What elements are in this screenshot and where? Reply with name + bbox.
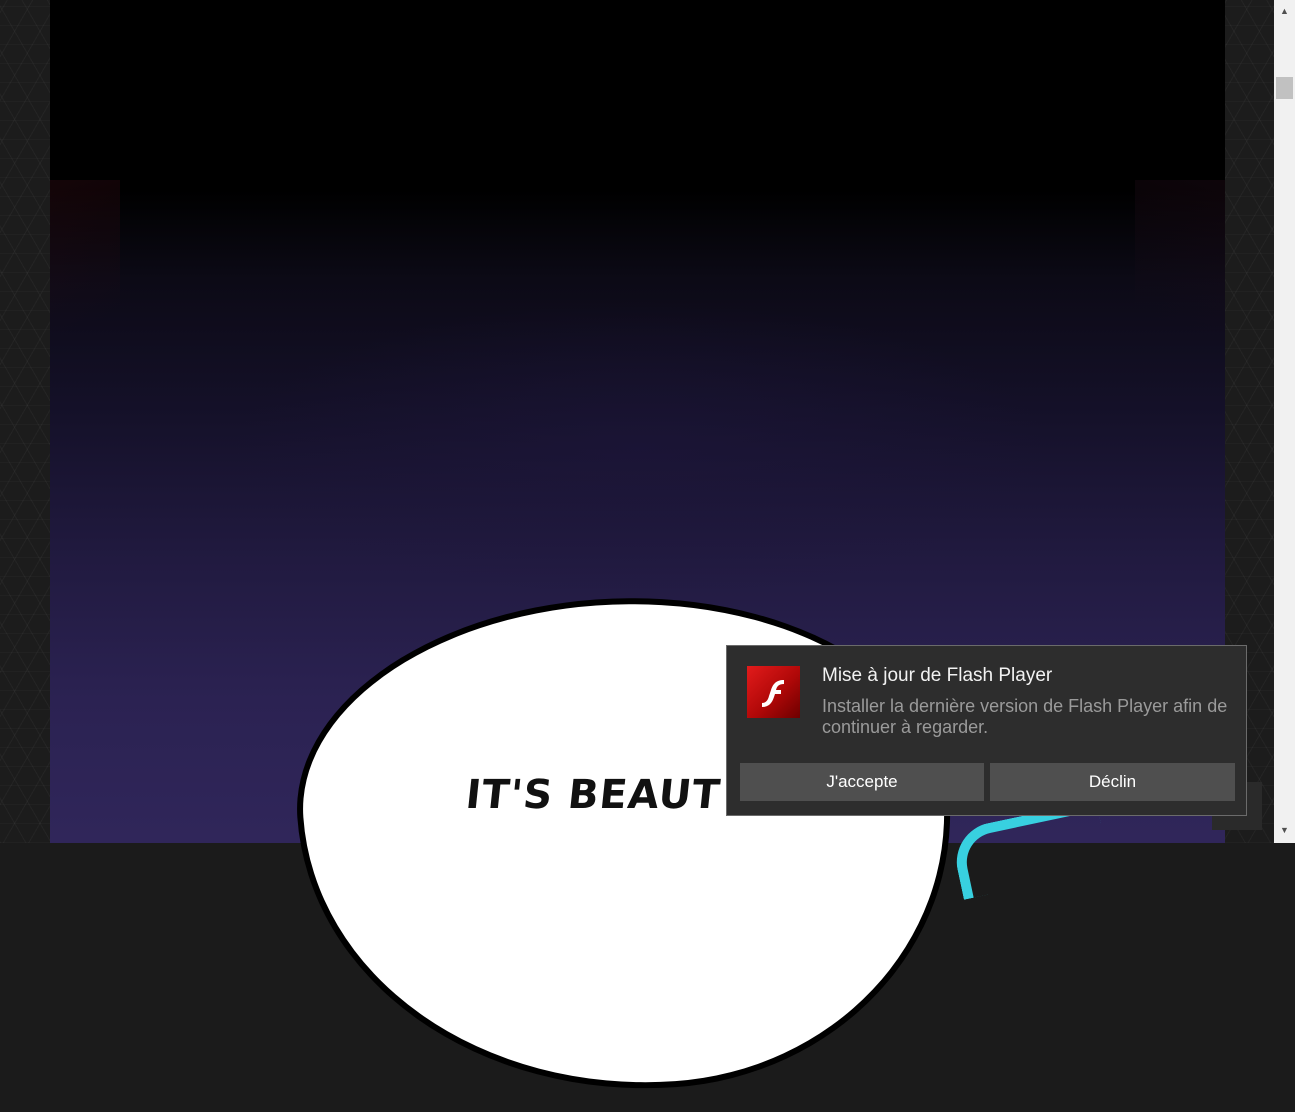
scroll-down-icon[interactable]: ▼	[1274, 822, 1295, 839]
notification-title: Mise à jour de Flash Player	[822, 665, 1053, 686]
notification-message: Installer la dernière version de Flash P…	[822, 696, 1228, 737]
panel-shade	[1135, 180, 1225, 380]
accept-button[interactable]: J'accepte	[740, 763, 984, 801]
scrollbar-thumb[interactable]	[1276, 77, 1293, 99]
flash-update-notification: Mise à jour de Flash Player Installer la…	[726, 645, 1247, 816]
speech-bubble-text: IT'S BEAUT	[463, 772, 723, 818]
flash-player-icon	[747, 666, 800, 718]
shadow-figure	[230, 300, 1050, 600]
decline-button[interactable]: Déclin	[990, 763, 1235, 801]
scroll-up-icon[interactable]: ▲	[1274, 3, 1295, 20]
vertical-scrollbar[interactable]: ▲ ▼	[1274, 0, 1295, 843]
panel-shade	[50, 180, 120, 380]
